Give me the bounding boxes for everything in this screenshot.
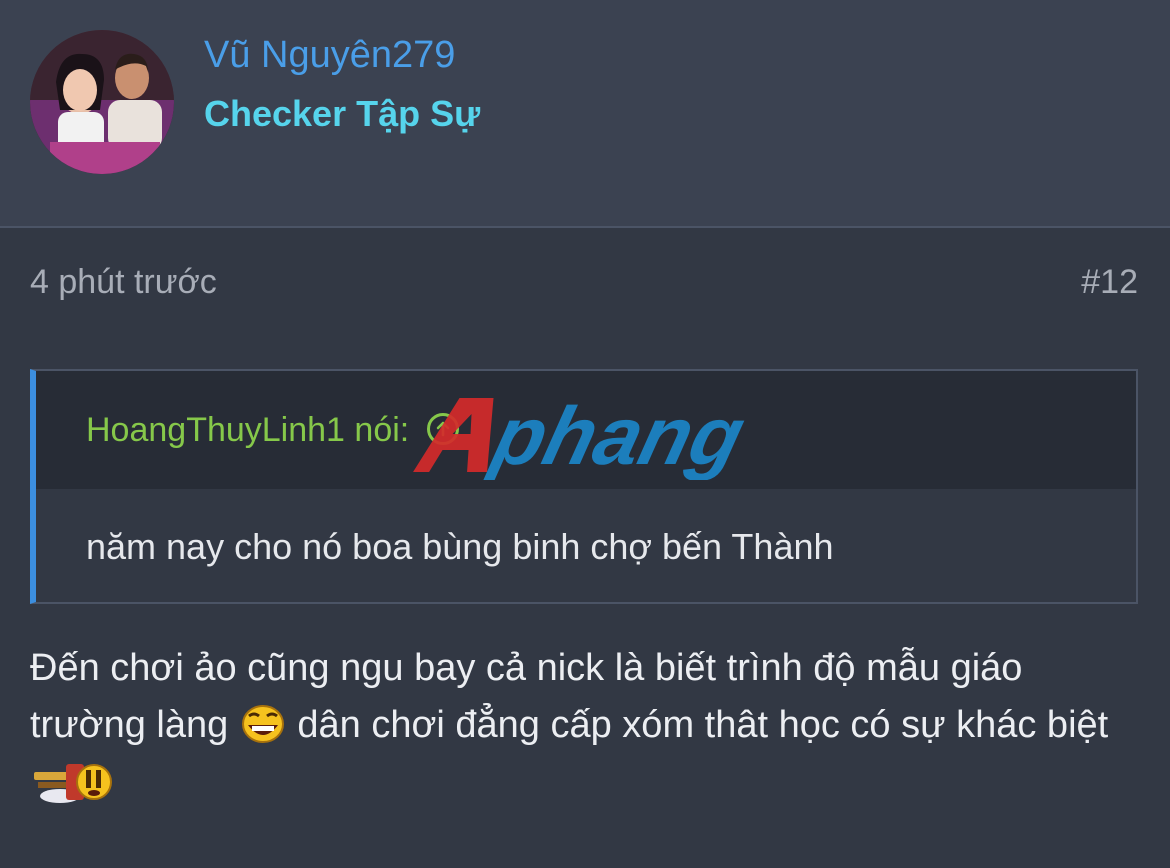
post-number-link[interactable]: #12	[1081, 263, 1138, 302]
quote-said-label: nói:	[354, 411, 410, 449]
quote-block: HoangThuyLinh1 nói: năm nay cho nó boa b…	[30, 369, 1138, 604]
post-timestamp[interactable]: 4 phút trước	[30, 263, 217, 302]
quote-text: năm nay cho nó boa bùng binh chợ bến Thà…	[86, 526, 834, 567]
laughing-emoji-icon	[241, 705, 284, 743]
quote-author-link[interactable]: HoangThuyLinh1	[86, 411, 345, 449]
username-link[interactable]: Vũ Nguyên279	[204, 34, 455, 77]
user-title: Checker Tập Sự	[204, 93, 481, 134]
slam-emoji-icon	[34, 764, 112, 803]
post-message: Đến chơi ảo cũng ngu bay cả nick là biết…	[30, 640, 1145, 811]
avatar-photo-icon	[30, 30, 174, 174]
post-header: Vũ Nguyên279 Checker Tập Sự	[0, 0, 1170, 228]
arrow-up-circle-icon[interactable]	[426, 413, 459, 445]
message-text-part2: dân chơi đẳng cấp xóm thât học có sự khá…	[297, 704, 1109, 746]
avatar[interactable]	[30, 30, 174, 174]
quote-attribution: HoangThuyLinh1 nói:	[86, 411, 459, 450]
